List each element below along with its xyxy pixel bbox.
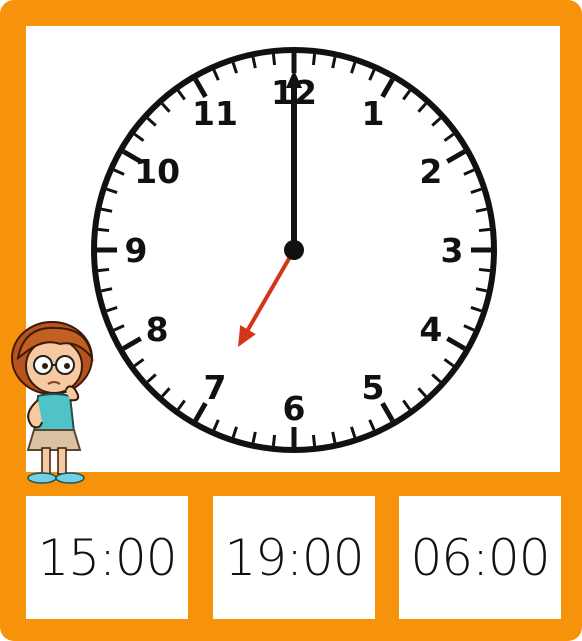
answer-option-1[interactable]: 15:00 bbox=[26, 496, 188, 619]
clock-number-7: 7 bbox=[204, 368, 227, 407]
answer-option-3[interactable]: 06:00 bbox=[399, 496, 561, 619]
clock-number-1: 1 bbox=[362, 94, 385, 133]
minute-tick bbox=[478, 267, 491, 273]
answer-option-3-label: 06:00 bbox=[410, 528, 550, 587]
minute-tick bbox=[311, 53, 317, 66]
clock-number-6: 6 bbox=[283, 389, 306, 428]
answer-option-2-label: 19:00 bbox=[224, 528, 364, 587]
clock-panel: 12 1 2 3 4 5 6 7 8 9 10 11 bbox=[26, 26, 560, 472]
clock-number-3: 3 bbox=[441, 231, 464, 270]
answer-option-1-label: 15:00 bbox=[37, 528, 177, 587]
thinking-girl-icon bbox=[4, 318, 104, 488]
answer-options: 15:00 19:00 06:00 bbox=[0, 496, 582, 621]
clock-number-8: 8 bbox=[146, 310, 169, 349]
clock-center-pin bbox=[284, 240, 304, 260]
minute-tick bbox=[311, 434, 317, 447]
clock-number-11: 11 bbox=[192, 94, 238, 133]
clock-number-9: 9 bbox=[125, 231, 148, 270]
minute-tick bbox=[271, 53, 277, 66]
minute-tick bbox=[271, 434, 277, 447]
analog-clock: 12 1 2 3 4 5 6 7 8 9 10 11 bbox=[91, 47, 497, 453]
clock-number-5: 5 bbox=[362, 368, 385, 407]
minute-tick bbox=[97, 227, 110, 233]
clock-number-10: 10 bbox=[134, 152, 180, 191]
answer-option-2[interactable]: 19:00 bbox=[213, 496, 375, 619]
minute-tick bbox=[478, 227, 491, 233]
clock-number-4: 4 bbox=[419, 310, 442, 349]
minute-tick bbox=[97, 267, 110, 273]
clock-number-2: 2 bbox=[419, 152, 442, 191]
